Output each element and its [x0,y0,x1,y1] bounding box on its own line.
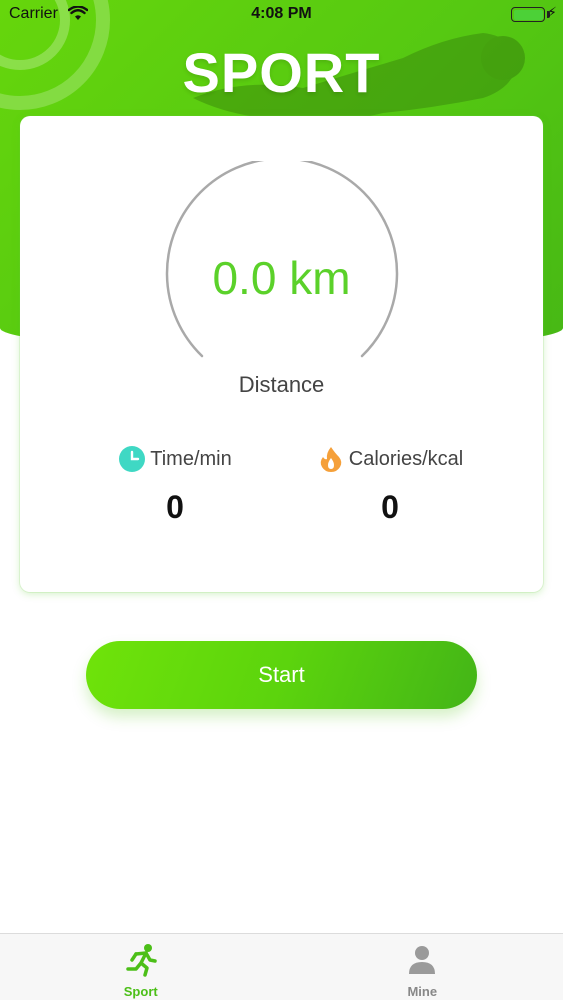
calories-label: Calories/kcal [348,447,464,470]
tab-mine-label: Mine [407,984,438,999]
clock-label: 4:08 PM [251,5,312,22]
tab-sport-label: Sport [123,984,158,999]
clock-icon [119,446,146,472]
start-button[interactable]: Start [86,641,477,709]
person-icon [409,946,436,974]
charging-bolt-icon: ⚡ [547,4,557,20]
distance-label: Distance [238,372,325,397]
calories-stat: Calories/kcal 0 [275,444,505,526]
time-label: Time/min [150,447,232,470]
time-stat: Time/min 0 [60,444,290,526]
page-title: SPORT [182,41,381,104]
tab-sport[interactable]: Sport [0,934,282,1000]
distance-value: 0.0 km [212,252,351,304]
time-value: 0 [166,489,184,525]
battery-icon [511,7,545,22]
calories-value: 0 [381,489,399,525]
tab-mine[interactable]: Mine [282,934,563,1000]
status-bar: Carrier 4:08 PM ⚡ [0,0,563,30]
stats-card: 0.0 km Distance Time/min 0 Calories/kcal… [20,116,543,592]
running-person-icon [126,944,157,977]
flame-icon [320,447,342,472]
tab-bar: Sport Mine [0,933,563,1000]
